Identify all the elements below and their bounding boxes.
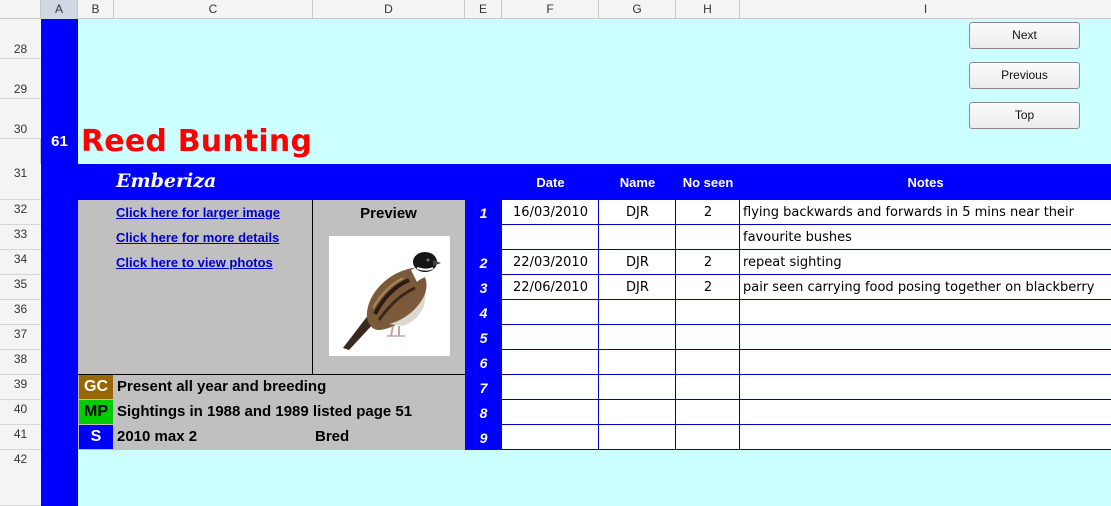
sighting-number: 2 bbox=[479, 255, 488, 271]
sighting-number: 1 bbox=[479, 205, 488, 221]
table-gridline bbox=[502, 349, 1111, 350]
sighting-date[interactable]: 22/06/2010 bbox=[502, 280, 599, 295]
row-header[interactable]: 30 bbox=[0, 99, 41, 139]
row-header[interactable]: 34 bbox=[0, 250, 41, 275]
row-header[interactable]: 33 bbox=[0, 225, 41, 250]
sighting-count[interactable]: 2 bbox=[676, 205, 740, 220]
row-header-column: 28 29 30 31 32 33 34 35 36 37 38 39 40 4… bbox=[0, 19, 41, 506]
notes-header: Notes bbox=[907, 175, 944, 190]
status-badge-gc: GC bbox=[79, 375, 113, 399]
table-gridline bbox=[502, 224, 1111, 225]
row-header[interactable]: 31 bbox=[0, 164, 41, 200]
no-seen-header: No seen bbox=[682, 175, 734, 190]
previous-button[interactable]: Previous bbox=[969, 62, 1080, 89]
sighting-number: 7 bbox=[479, 380, 488, 396]
panel-divider bbox=[78, 374, 465, 375]
column-header-c[interactable]: C bbox=[114, 0, 313, 19]
row-header[interactable]: 28 bbox=[0, 19, 41, 59]
sighting-name[interactable]: DJR bbox=[599, 280, 676, 295]
larger-image-link[interactable]: Click here for larger image bbox=[116, 205, 280, 220]
sighting-notes[interactable]: pair seen carrying food posing together … bbox=[743, 280, 1094, 295]
table-gridline bbox=[502, 424, 1111, 425]
genus-label: Emberiza bbox=[116, 170, 217, 192]
column-a-band bbox=[41, 19, 78, 506]
row-header[interactable]: 40 bbox=[0, 400, 41, 425]
entry-number: 61 bbox=[51, 133, 68, 150]
sighting-notes[interactable]: flying backwards and forwards in 5 mins … bbox=[743, 205, 1074, 220]
name-header: Name bbox=[619, 175, 656, 190]
top-button[interactable]: Top bbox=[969, 102, 1080, 129]
column-header-h[interactable]: H bbox=[676, 0, 740, 19]
table-gridline bbox=[502, 274, 1111, 275]
species-title: Reed Bunting bbox=[81, 124, 313, 159]
sighting-number: 8 bbox=[479, 405, 488, 421]
sighting-number: 9 bbox=[479, 430, 488, 446]
column-header-a[interactable]: A bbox=[41, 0, 78, 19]
row-header[interactable]: 32 bbox=[0, 200, 41, 225]
select-all-corner[interactable] bbox=[0, 0, 41, 19]
status-badge-s: S bbox=[79, 425, 113, 449]
panel-divider bbox=[312, 200, 313, 375]
row-header[interactable]: 39 bbox=[0, 375, 41, 400]
sighting-number: 6 bbox=[479, 355, 488, 371]
sighting-number: 4 bbox=[479, 305, 488, 321]
table-gridline bbox=[502, 449, 1111, 450]
preview-label: Preview bbox=[360, 205, 417, 222]
next-button[interactable]: Next bbox=[969, 22, 1080, 49]
status-badge-mp: MP bbox=[79, 400, 113, 424]
sighting-name[interactable]: DJR bbox=[599, 205, 676, 220]
column-header-i[interactable]: I bbox=[740, 0, 1111, 19]
bird-preview-image[interactable] bbox=[329, 236, 450, 356]
table-gridline bbox=[739, 200, 740, 450]
status-text-gc: Present all year and breeding bbox=[117, 378, 327, 395]
sighting-date[interactable]: 16/03/2010 bbox=[502, 205, 599, 220]
status-text-s: 2010 max 2 bbox=[117, 428, 198, 445]
sighting-count[interactable]: 2 bbox=[676, 280, 740, 295]
sighting-name[interactable]: DJR bbox=[599, 255, 676, 270]
row-header[interactable]: 42 bbox=[0, 450, 41, 506]
table-gridline bbox=[502, 399, 1111, 400]
row-header[interactable]: 35 bbox=[0, 275, 41, 300]
table-gridline bbox=[502, 324, 1111, 325]
sighting-count[interactable]: 2 bbox=[676, 255, 740, 270]
table-gridline bbox=[502, 249, 1111, 250]
sighting-date[interactable]: 22/03/2010 bbox=[502, 255, 599, 270]
row-header[interactable]: 29 bbox=[0, 59, 41, 99]
row-header[interactable]: 36 bbox=[0, 300, 41, 325]
sighting-notes[interactable]: repeat sighting bbox=[743, 255, 842, 270]
table-gridline bbox=[502, 299, 1111, 300]
row-header[interactable]: 37 bbox=[0, 325, 41, 350]
status-text-mp: Sightings in 1988 and 1989 listed page 5… bbox=[117, 403, 413, 420]
column-header-d[interactable]: D bbox=[313, 0, 465, 19]
breeding-status: Bred bbox=[315, 428, 350, 445]
table-gridline bbox=[502, 374, 1111, 375]
row-header[interactable]: 38 bbox=[0, 350, 41, 375]
column-header-g[interactable]: G bbox=[599, 0, 676, 19]
column-header-bar: A B C D E F G H I bbox=[0, 0, 1111, 19]
table-gridline bbox=[598, 200, 599, 450]
column-header-f[interactable]: F bbox=[502, 0, 599, 19]
row-header[interactable]: 41 bbox=[0, 425, 41, 450]
sighting-number: 3 bbox=[479, 280, 488, 296]
view-photos-link[interactable]: Click here to view photos bbox=[116, 255, 273, 270]
reed-bunting-illustration bbox=[343, 252, 441, 350]
sighting-number: 5 bbox=[479, 330, 488, 346]
more-details-link[interactable]: Click here for more details bbox=[116, 230, 279, 245]
date-header: Date bbox=[536, 175, 565, 190]
table-gridline bbox=[675, 200, 676, 450]
sighting-notes[interactable]: favourite bushes bbox=[743, 230, 852, 245]
column-header-b[interactable]: B bbox=[78, 0, 114, 19]
column-header-e[interactable]: E bbox=[465, 0, 502, 19]
